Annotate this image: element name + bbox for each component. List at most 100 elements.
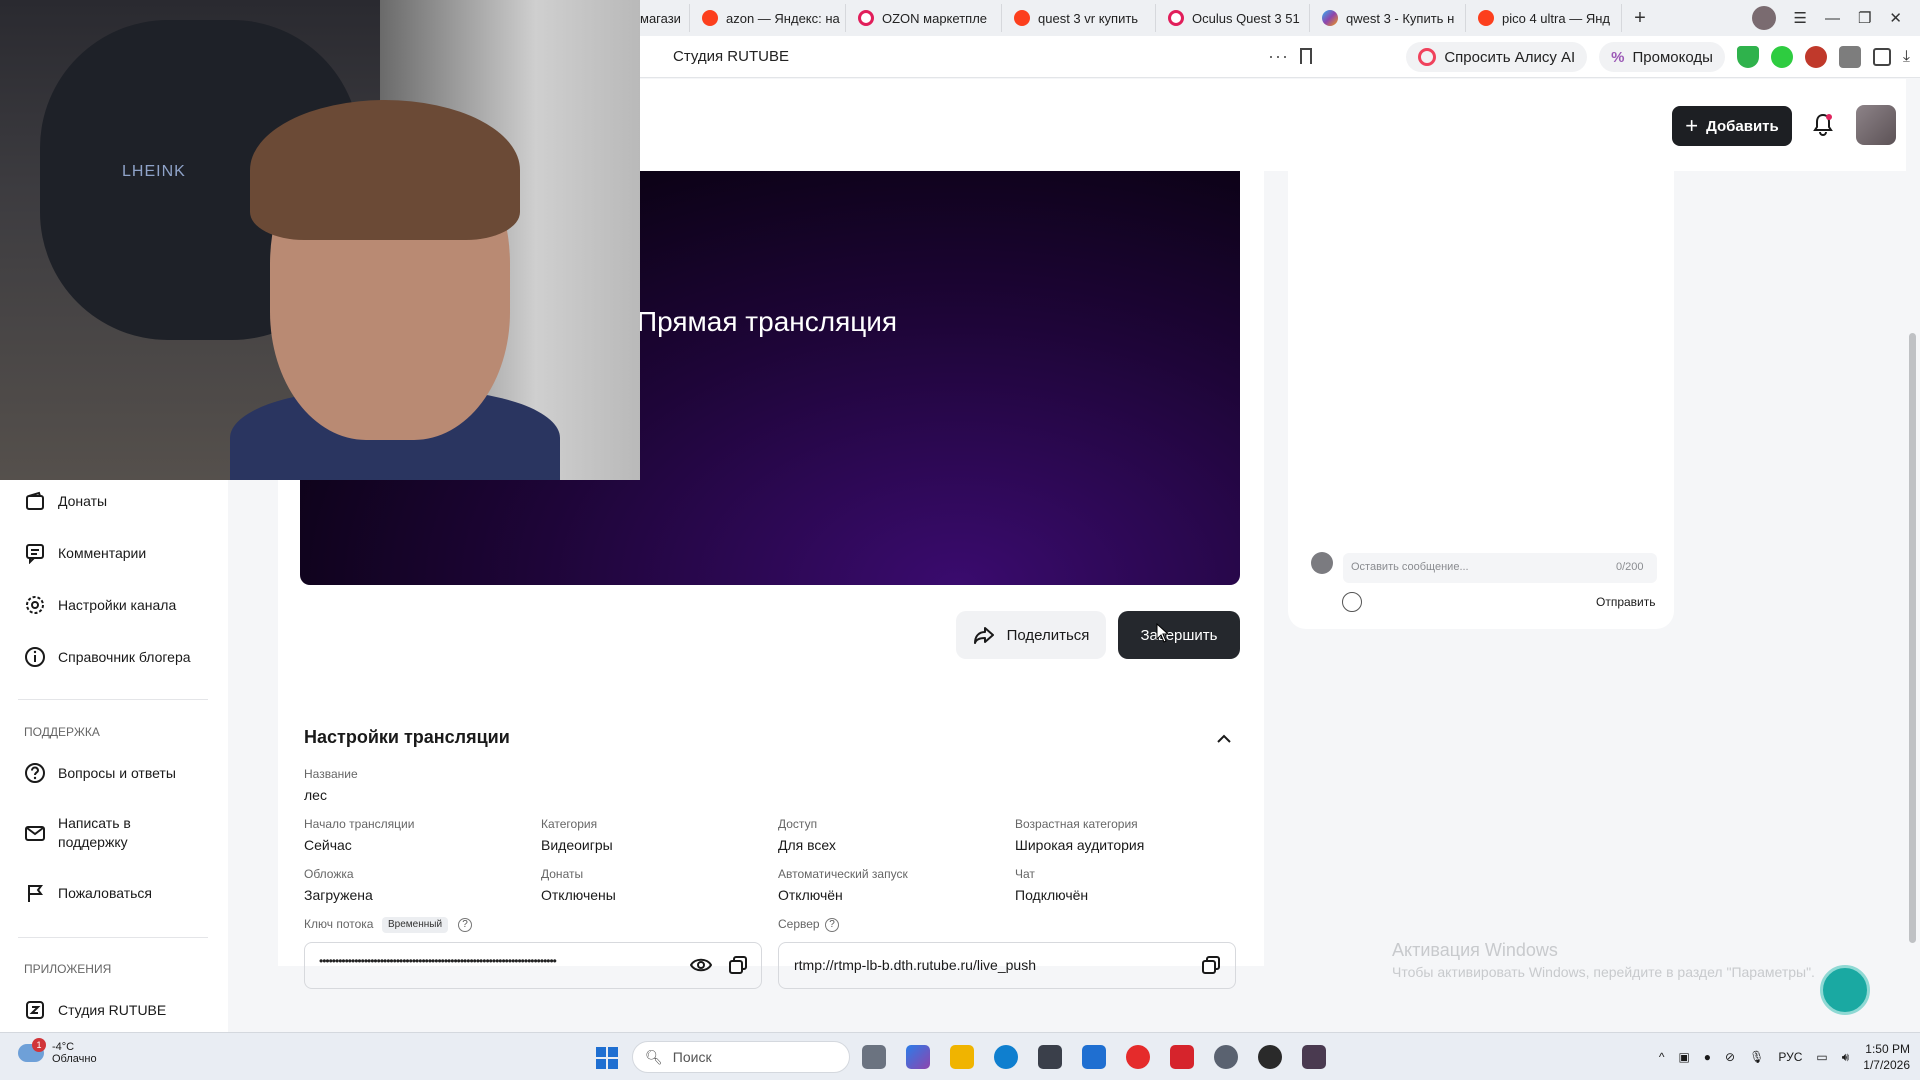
- copy-icon[interactable]: [727, 954, 749, 976]
- outlook-icon[interactable]: [1082, 1045, 1106, 1069]
- store-icon[interactable]: [1038, 1045, 1062, 1069]
- player-title: Прямая трансляция: [637, 306, 898, 337]
- file-explorer-icon[interactable]: [950, 1045, 974, 1069]
- add-button[interactable]: + Добавить: [1672, 106, 1792, 146]
- minimize-icon[interactable]: —: [1825, 10, 1840, 27]
- search-placeholder: Поиск: [672, 1049, 712, 1065]
- download-icon[interactable]: ⤓: [1903, 48, 1910, 66]
- field-label: Чат: [1015, 867, 1035, 881]
- check-icon[interactable]: [1770, 46, 1793, 68]
- clock-date: 1/7/2026: [1863, 1058, 1910, 1072]
- weather-temp: -4°C: [52, 1041, 75, 1053]
- wps-icon[interactable]: [1170, 1045, 1194, 1069]
- extension-icon[interactable]: [1804, 46, 1827, 68]
- share-button[interactable]: Поделиться: [956, 611, 1106, 659]
- browser-tab[interactable]: pico 4 ultra — Янд: [1466, 4, 1622, 32]
- field-label: Возрастная категория: [1015, 817, 1138, 831]
- share-label: Поделиться: [1006, 626, 1090, 644]
- tab-label: магази: [640, 10, 681, 26]
- volume-icon[interactable]: 🔊︎: [1842, 1050, 1850, 1065]
- sidebar-item-label: Пожаловаться: [58, 885, 153, 901]
- percent-icon: %: [1611, 48, 1625, 66]
- sidebar-item-blogger-guide[interactable]: Справочник блогера: [24, 646, 191, 668]
- close-icon[interactable]: ✕: [1889, 9, 1902, 27]
- scrollbar-thumb[interactable]: [1909, 333, 1916, 943]
- browser-tab[interactable]: quest 3 vr купить: [1002, 4, 1156, 32]
- browser-profile-avatar[interactable]: [1751, 6, 1776, 30]
- settings-icon[interactable]: [1214, 1045, 1238, 1069]
- mute-icon[interactable]: ⊘: [1725, 1050, 1735, 1064]
- tab-label: pico 4 ultra — Янд: [1502, 10, 1610, 26]
- restore-icon[interactable]: ❐: [1858, 9, 1871, 27]
- m365-icon[interactable]: [906, 1045, 930, 1069]
- sidebar-item-report[interactable]: Пожаловаться: [24, 882, 152, 904]
- ozon-icon: [858, 10, 874, 26]
- language-indicator[interactable]: РУС: [1778, 1050, 1802, 1064]
- sidebar-item-studio[interactable]: Студия RUTUBE: [24, 999, 166, 1021]
- chat-send-button[interactable]: Отправить: [1596, 595, 1656, 609]
- finish-button[interactable]: Завершить: [1118, 611, 1240, 659]
- browser-tab[interactable]: Oculus Quest 3 51: [1156, 4, 1310, 32]
- weather-widget[interactable]: 1 -4°C Облачно: [18, 1038, 97, 1065]
- microphone-icon[interactable]: 🎙︎: [1749, 1050, 1764, 1064]
- field-value-name: лес: [304, 787, 327, 803]
- more-dots-icon[interactable]: ···: [1268, 46, 1289, 67]
- ozon-icon: [1168, 10, 1184, 26]
- sidebar-item-comments[interactable]: Комментарии: [24, 542, 146, 564]
- settings-title: Настройки трансляции: [304, 727, 510, 747]
- field-value: Загружена: [304, 887, 373, 903]
- sidebar-item-donations[interactable]: Донаты: [24, 490, 107, 512]
- browser-tab[interactable]: azon — Яндекс: на: [690, 4, 846, 32]
- copy-icon[interactable]: [1200, 954, 1222, 976]
- menu-icon[interactable]: ☰: [1794, 9, 1807, 27]
- bookmark-icon[interactable]: [1300, 48, 1312, 64]
- sidebar-item-faq[interactable]: Вопросы и ответы: [24, 762, 176, 784]
- extension-icon[interactable]: [1838, 46, 1861, 68]
- page-title[interactable]: Студия RUTUBE: [673, 48, 789, 65]
- chevron-up-icon[interactable]: [1216, 731, 1232, 747]
- display-icon[interactable]: ▭: [1816, 1050, 1827, 1064]
- chevron-up-icon[interactable]: ^: [1659, 1050, 1665, 1064]
- sidebar-item-write-support[interactable]: Написать в поддержку: [24, 814, 154, 852]
- info-icon: [25, 647, 45, 667]
- new-tab-button[interactable]: +: [1626, 4, 1654, 32]
- webcam-app-icon[interactable]: [1302, 1045, 1326, 1069]
- browser-tab[interactable]: OZON маркетпле: [846, 4, 1002, 32]
- app-tray-icon[interactable]: ●: [1704, 1050, 1711, 1064]
- chat-message-input[interactable]: Оставить сообщение...: [1343, 553, 1657, 583]
- ask-alisa-button[interactable]: Спросить Алису AI: [1406, 42, 1588, 72]
- field-value: Широкая аудитория: [1015, 837, 1145, 853]
- taskbar-search[interactable]: 🔍︎ Поиск: [632, 1041, 850, 1073]
- help-icon[interactable]: ?: [825, 918, 839, 932]
- sidebar-section-support: ПОДДЕРЖКА: [24, 725, 100, 739]
- tab-label: quest 3 vr купить: [1038, 10, 1139, 26]
- clock[interactable]: 1:50 PM 1/7/2026: [1863, 1041, 1910, 1073]
- yandex-browser-icon[interactable]: [1126, 1045, 1150, 1069]
- yandex-icon: [1014, 10, 1030, 26]
- field-value: Подключён: [1015, 887, 1089, 903]
- cloud-icon: 1: [18, 1038, 46, 1062]
- browser-tab[interactable]: магази: [640, 4, 690, 32]
- eye-icon[interactable]: [690, 954, 712, 976]
- help-icon[interactable]: ?: [458, 918, 472, 932]
- avatar[interactable]: [1856, 105, 1896, 145]
- bell-icon[interactable]: [1812, 113, 1834, 137]
- field-label: Доступ: [778, 817, 818, 831]
- edge-icon[interactable]: [994, 1045, 1018, 1069]
- obs-icon[interactable]: [1258, 1045, 1282, 1069]
- yandex-icon: [702, 10, 718, 26]
- promo-button[interactable]: % Промокоды: [1599, 42, 1725, 72]
- network-icon[interactable]: ▣: [1678, 1050, 1689, 1064]
- mail-icon: [25, 826, 45, 841]
- browser-tab[interactable]: qwest 3 - Купить н: [1310, 4, 1466, 32]
- shield-icon[interactable]: [1736, 46, 1759, 68]
- extensions-puzzle-icon[interactable]: [1872, 48, 1891, 66]
- address-bar-actions: Спросить Алису AI % Промокоды ⤓: [1406, 42, 1910, 72]
- task-view-icon[interactable]: [862, 1045, 886, 1069]
- emoji-icon[interactable]: [1342, 592, 1362, 612]
- sidebar-item-label: Донаты: [58, 493, 108, 509]
- support-chat-button[interactable]: [1820, 965, 1870, 1015]
- webcam-person-hair: [250, 100, 520, 240]
- sidebar-item-channel-settings[interactable]: Настройки канала: [24, 594, 176, 616]
- start-button[interactable]: [596, 1047, 618, 1069]
